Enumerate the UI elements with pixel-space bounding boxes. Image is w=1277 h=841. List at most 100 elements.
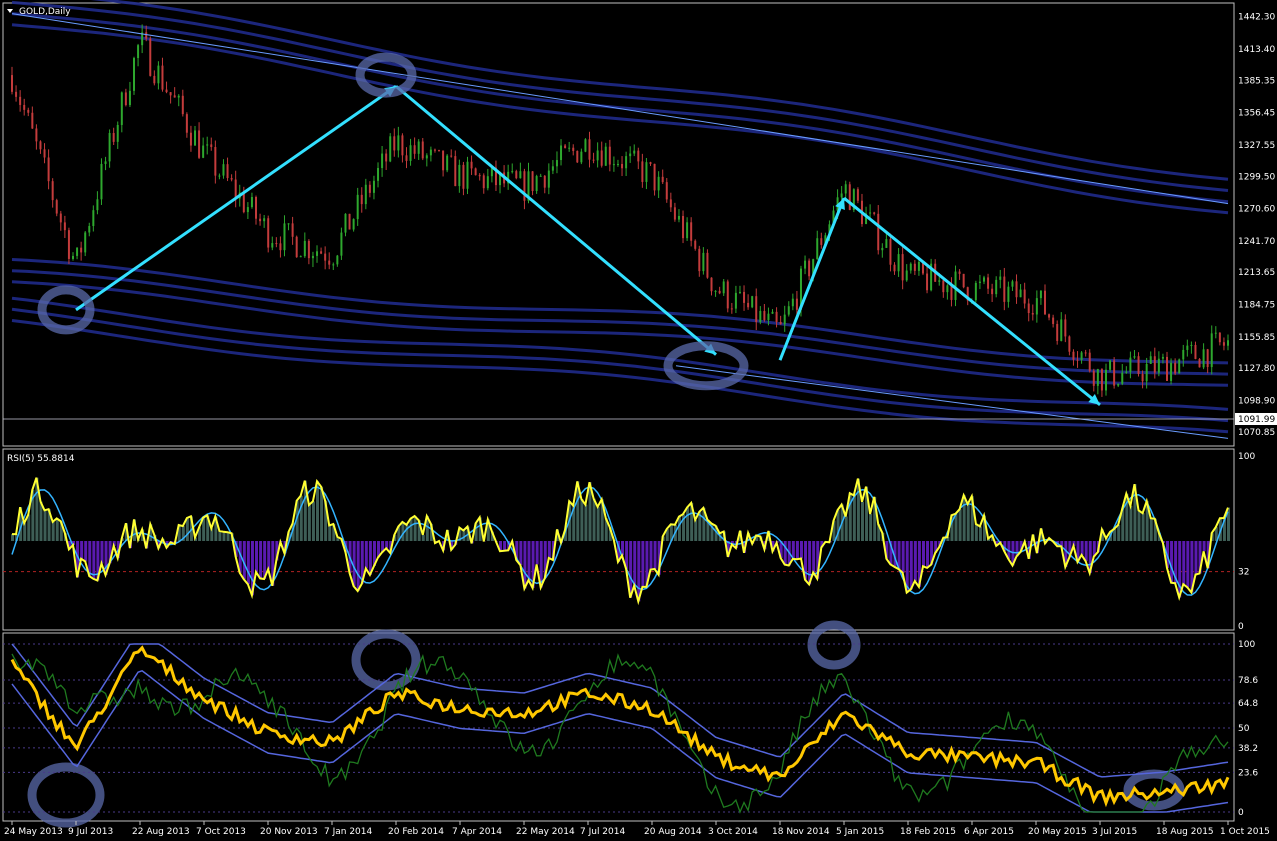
candle-body [893,264,896,272]
rsi-title: RSI(5) 55.8814 [7,454,75,464]
candle-body [1109,360,1112,370]
candle-body [1060,319,1063,341]
stoch-level-label: 100 [1238,640,1255,650]
candle-body [486,176,489,189]
rsi-histogram-bar [869,513,873,541]
candle-body [645,162,648,182]
candle-body [1227,340,1229,346]
candle-body [938,280,941,282]
time-tick-label: 20 Nov 2013 [260,827,318,837]
candle-body [795,298,798,310]
candle-body [763,310,766,321]
candle-body [1048,314,1051,318]
candle-body [43,149,46,158]
time-tick-label: 20 May 2015 [1028,827,1087,837]
rsi-histogram-bar [527,541,531,581]
candle-body [657,176,660,191]
candle-body [1092,370,1095,386]
candle-body [1096,369,1099,386]
candle-body [1202,349,1205,368]
rsi-level-label: 100 [1238,452,1255,462]
price-tick-label: 1442.30 [1238,13,1275,23]
rsi-histogram-bar [812,541,816,573]
candle-body [747,302,750,308]
candle-body [246,207,249,213]
candle-body [393,136,396,151]
candle-body [267,218,270,248]
candle-body [1027,303,1030,314]
candle-body [926,273,929,291]
rsi-histogram-bar [966,504,970,541]
candle-body [226,164,229,179]
candle-body [72,255,75,259]
rsi-histogram-bar [852,495,856,541]
rsi-histogram-bar [1129,505,1133,541]
candle-body [718,290,721,294]
rsi-histogram-bar [222,531,226,541]
candle-body [1145,363,1148,382]
candle-body [1190,344,1193,346]
candle-body [551,166,554,171]
rsi-histogram-bar [27,514,31,541]
candle-body [59,213,62,223]
candle-body [1133,356,1136,358]
candle-body [169,92,172,96]
candle-body [539,175,542,177]
candle-body [303,240,306,257]
candle-body [47,157,50,182]
candle-body [751,296,754,308]
candle-body [1153,356,1156,373]
rsi-histogram-bar [860,501,864,541]
candle-body [80,247,83,253]
candle-body [442,150,445,171]
candle-body [637,150,640,162]
candle-body [198,130,201,158]
candle-body [669,199,672,208]
price-tick-label: 1327.55 [1238,141,1275,151]
candle-body [112,132,115,142]
price-tick-label: 1413.40 [1238,45,1275,55]
candle-body [710,277,713,292]
candle-body [840,193,843,198]
candle-body [332,264,335,266]
rsi-histogram-bar [385,541,389,549]
rsi-histogram-bar [1117,524,1121,541]
candle-body [881,247,884,251]
gold-daily-chart[interactable]: 100 32 0 100 78.6 64.8 50 38.2 23.6 0 1442.30 141… [0,0,1277,841]
candle-body [352,219,355,230]
rsi-histogram-bar [307,505,311,541]
rsi-histogram-bar [1113,529,1117,541]
candle-body [1072,351,1075,360]
rsi-histogram-bar [958,509,962,541]
candle-body [791,298,794,307]
candle-body [275,243,278,245]
rsi-histogram-bar [246,541,250,585]
rsi-histogram-bar [311,501,315,541]
candle-body [734,292,737,309]
candle-body [714,290,717,292]
price-tick-label: 1385.35 [1238,76,1275,86]
candle-body [218,175,221,177]
candle-body [600,150,603,166]
rsi-histogram-bar [413,516,417,541]
stochastic-panel[interactable] [2,632,1235,822]
candle-body [547,170,550,188]
candle-body [478,175,481,177]
candle-body [372,180,375,193]
stoch-level-label: 50 [1238,724,1250,734]
candle-body [250,197,253,208]
candle-body [1161,356,1164,359]
rsi-histogram-bar [1149,518,1153,541]
candle-body [368,184,371,193]
candle-body [104,161,107,164]
time-tick-label: 20 Feb 2014 [388,827,444,837]
candle-body [67,230,70,259]
candle-body [230,178,233,180]
candle-body [1011,281,1014,287]
rsi-histogram-bar [84,541,88,562]
rsi-histogram-bar [978,526,982,541]
rsi-level-label: 32 [1238,568,1249,578]
candle-body [1222,342,1225,346]
candle-body [572,147,575,151]
candle-body [100,163,103,200]
